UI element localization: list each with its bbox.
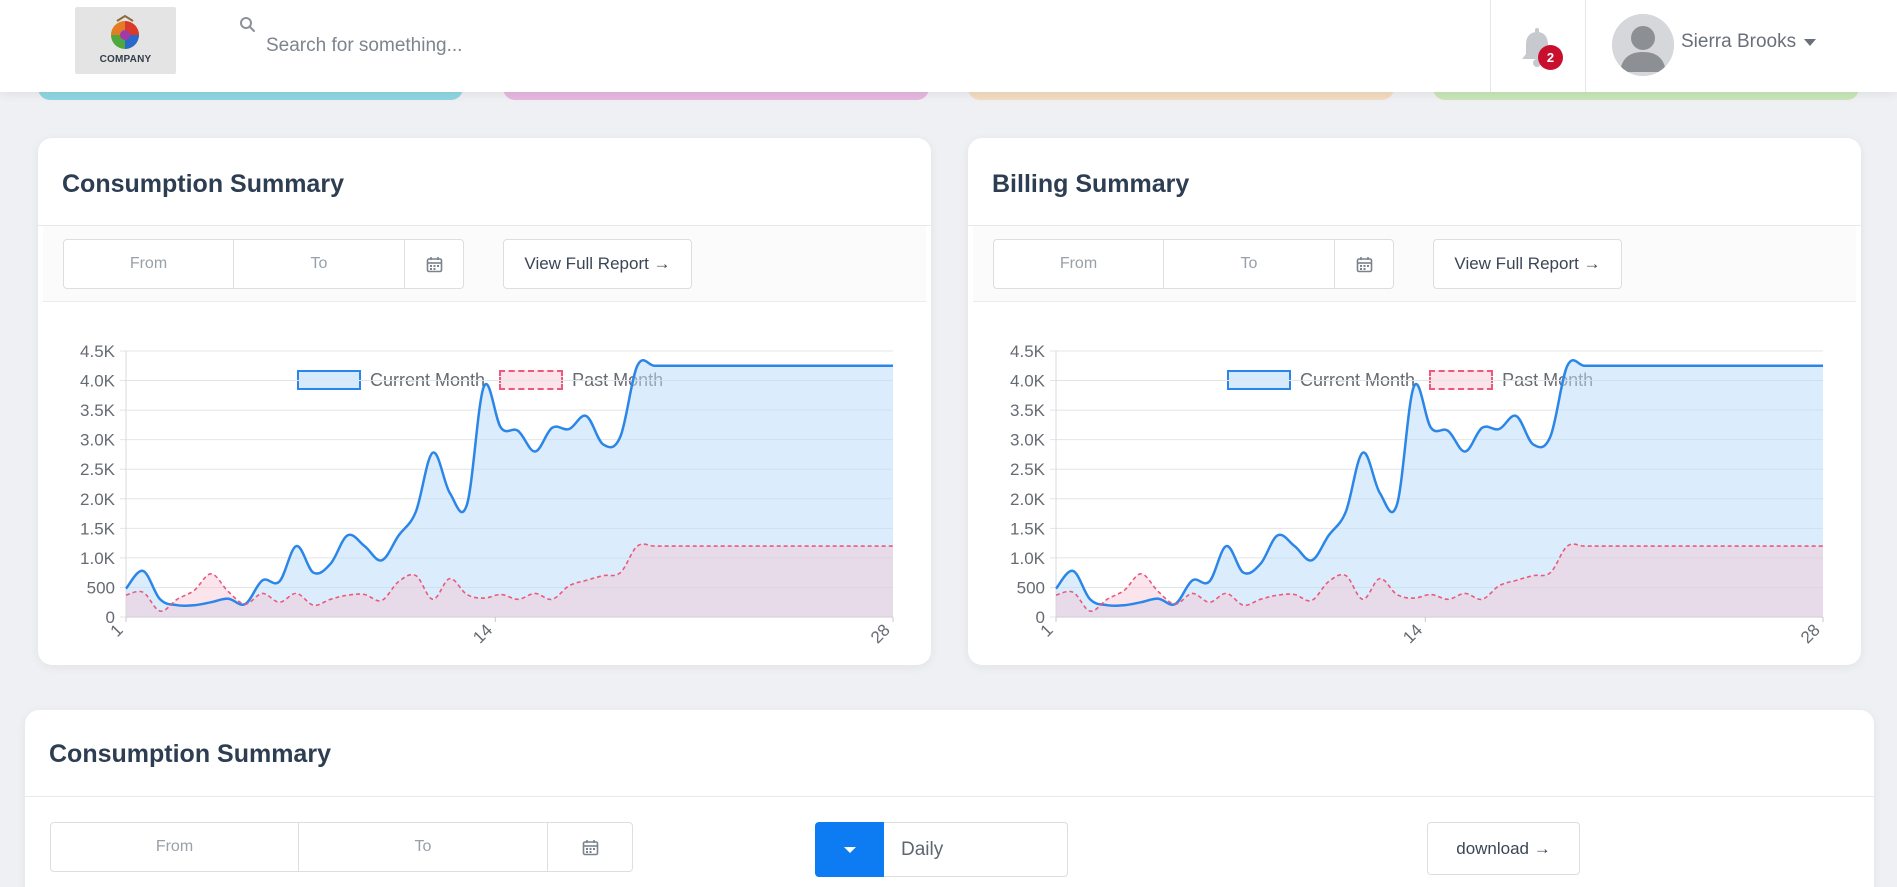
y-tick-label: 4.5K <box>1010 342 1046 361</box>
y-tick-label: 500 <box>87 578 115 597</box>
x-tick-label: 14 <box>469 620 496 647</box>
y-tick-label: 1.0K <box>1010 549 1046 568</box>
notification-badge: 2 <box>1538 45 1563 70</box>
y-tick-label: 1.5K <box>80 519 116 538</box>
y-tick-label: 3.5K <box>80 401 116 420</box>
caret-down-icon <box>843 846 856 853</box>
y-tick-label: 1.5K <box>1010 519 1046 538</box>
consumption-chart: 05001.0K1.5K2.0K2.5K3.0K3.5K4.0K4.5K1 14 2… <box>80 342 894 647</box>
user-name[interactable]: Sierra Brooks <box>1681 31 1796 53</box>
top-navbar: COMPANY 2 Sierra Brooks <box>0 0 1897 92</box>
y-tick-label: 3.0K <box>1010 431 1046 450</box>
to-date-input[interactable] <box>299 823 548 871</box>
y-tick-label: 4.0K <box>1010 372 1046 391</box>
y-tick-label: 2.5K <box>80 460 116 479</box>
y-tick-label: 2.0K <box>1010 490 1046 509</box>
x-tick-label: 1 <box>107 620 127 640</box>
from-date-input[interactable] <box>51 823 299 871</box>
company-logo[interactable]: COMPANY <box>75 7 176 74</box>
y-tick-label: 3.5K <box>1010 401 1046 420</box>
billing-chart: 05001.0K1.5K2.0K2.5K3.0K3.5K4.0K4.5K1 14 2… <box>1010 342 1824 647</box>
chevron-down-icon[interactable] <box>1804 39 1816 46</box>
consumption-summary-table-card: Consumption Summary Daily download → <box>25 710 1874 887</box>
date-range-picker <box>50 822 633 872</box>
x-tick-label: 14 <box>1399 620 1426 647</box>
period-value[interactable]: Daily <box>884 822 1068 877</box>
y-tick-label: 2.0K <box>80 490 116 509</box>
billing-summary-card: Billing Summary View Full Report → Curre… <box>968 138 1861 665</box>
logo-globe-icon <box>111 15 139 49</box>
period-dropdown: Daily <box>815 822 1068 877</box>
calendar-icon <box>582 839 598 855</box>
x-tick-label: 28 <box>1797 620 1824 647</box>
y-tick-label: 4.5K <box>80 342 116 361</box>
logo-text: COMPANY <box>99 54 152 65</box>
y-tick-label: 2.5K <box>1010 460 1046 479</box>
nav-divider <box>1585 0 1586 92</box>
download-button[interactable]: download → <box>1427 822 1580 875</box>
y-tick-label: 4.0K <box>80 372 116 391</box>
card-title: Consumption Summary <box>49 740 331 768</box>
x-tick-label: 1 <box>1037 620 1057 640</box>
y-tick-label: 1.0K <box>80 549 116 568</box>
x-tick-label: 28 <box>867 620 894 647</box>
consumption-summary-card: Consumption Summary View Full Report → C… <box>38 138 931 665</box>
calendar-button[interactable] <box>548 823 632 871</box>
y-tick-label: 3.0K <box>80 431 116 450</box>
y-tick-label: 500 <box>1017 578 1045 597</box>
avatar[interactable] <box>1612 14 1674 76</box>
search-input[interactable] <box>266 28 786 64</box>
user-icon <box>1612 14 1674 76</box>
search-icon <box>240 17 255 32</box>
period-dropdown-toggle[interactable] <box>815 822 884 877</box>
nav-divider <box>1490 0 1491 92</box>
divider <box>25 796 1874 797</box>
